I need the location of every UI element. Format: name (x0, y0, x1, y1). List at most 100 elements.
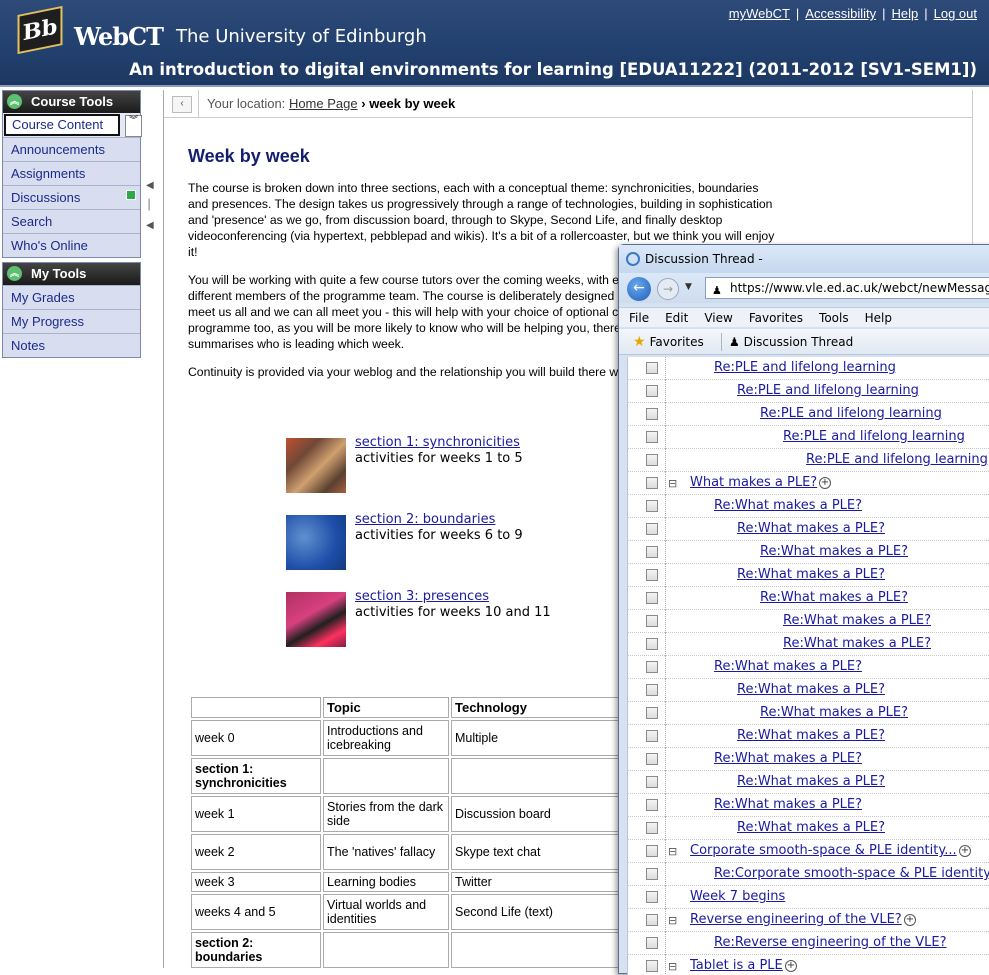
menu-help[interactable]: Help (865, 311, 892, 325)
collapse-toggle-icon[interactable]: ⊟ (668, 960, 677, 973)
mywebct-link[interactable]: myWebCT (729, 6, 790, 21)
thread-link[interactable]: Corporate smooth-space & PLE identity... (690, 843, 957, 858)
back-arrow-icon[interactable]: ‹ (172, 96, 192, 113)
section-1-link[interactable]: section 1: synchronicities (355, 435, 520, 450)
thread-link[interactable]: Re:What makes a PLE? (737, 567, 885, 582)
sidebar-resize-handle[interactable]: ◀ │ ◀ (146, 176, 154, 236)
thread-link[interactable]: Tablet is a PLE (690, 958, 783, 973)
thread-checkbox[interactable] (646, 822, 658, 834)
section-2-link[interactable]: section 2: boundaries (355, 512, 495, 527)
thread-checkbox[interactable] (646, 500, 658, 512)
sidebar-item-assignments[interactable]: Assignments (3, 161, 140, 185)
history-dropdown-icon[interactable]: ▼ (685, 282, 692, 292)
thread-checkbox[interactable] (646, 477, 658, 489)
thread-link[interactable]: Re:What makes a PLE? (714, 751, 862, 766)
thread-checkbox[interactable] (646, 408, 658, 420)
expand-menu-icon[interactable]: ︾ (125, 115, 142, 137)
section-3-thumbnail[interactable] (286, 592, 346, 647)
menu-edit[interactable]: Edit (665, 311, 688, 325)
thread-checkbox[interactable] (646, 753, 658, 765)
thread-checkbox[interactable] (646, 454, 658, 466)
address-bar[interactable]: ♟ https://www.vle.ed.ac.uk/webct/newMess… (705, 277, 989, 299)
thread-checkbox[interactable] (646, 569, 658, 581)
sidebar-item-my-grades[interactable]: My Grades (3, 285, 140, 309)
sidebar-item-announcements[interactable]: Announcements (3, 137, 140, 161)
thread-link[interactable]: Reverse engineering of the VLE? (690, 912, 902, 927)
thread-checkbox[interactable] (646, 960, 658, 972)
thread-link[interactable]: Re:PLE and lifelong learning (806, 452, 988, 467)
collapse-toggle-icon[interactable]: ⊟ (668, 845, 677, 858)
tab-discussion-thread[interactable]: ♟ Discussion Thread (729, 329, 853, 355)
thread-checkbox[interactable] (646, 891, 658, 903)
thread-link[interactable]: Re:What makes a PLE? (783, 613, 931, 628)
collapse-toggle-icon[interactable]: ⊟ (668, 914, 677, 927)
back-arrow-icon[interactable]: ← (627, 277, 651, 301)
thread-checkbox[interactable] (646, 431, 658, 443)
thread-checkbox[interactable] (646, 638, 658, 650)
menu-favorites[interactable]: Favorites (749, 311, 803, 325)
sidebar-item-whos-online[interactable]: Who's Online (3, 233, 140, 257)
thread-link[interactable]: Re:What makes a PLE? (760, 544, 908, 559)
thread-checkbox[interactable] (646, 776, 658, 788)
thread-checkbox[interactable] (646, 937, 658, 949)
thread-link[interactable]: Re:What makes a PLE? (737, 521, 885, 536)
thread-link[interactable]: Re:What makes a PLE? (760, 590, 908, 605)
thread-link[interactable]: Week 7 begins (690, 889, 785, 904)
thread-link[interactable]: Re:What makes a PLE? (737, 774, 885, 789)
thread-checkbox[interactable] (646, 661, 658, 673)
thread-checkbox[interactable] (646, 684, 658, 696)
sidebar-item-search[interactable]: Search (3, 209, 140, 233)
thread-link[interactable]: Re:What makes a PLE? (714, 498, 862, 513)
thread-link[interactable]: What makes a PLE? (690, 475, 817, 490)
thread-checkbox[interactable] (646, 592, 658, 604)
thread-checkbox[interactable] (646, 914, 658, 926)
accessibility-link[interactable]: Accessibility (805, 6, 876, 21)
thread-link[interactable]: Re:PLE and lifelong learning (783, 429, 965, 444)
thread-checkbox[interactable] (646, 868, 658, 880)
thread-checkbox[interactable] (646, 707, 658, 719)
thread-link[interactable]: Re:What makes a PLE? (760, 705, 908, 720)
collapse-toggle-icon[interactable]: ⊟ (668, 477, 677, 490)
thread-checkbox[interactable] (646, 523, 658, 535)
menu-view[interactable]: View (704, 311, 732, 325)
sidebar-item-discussions[interactable]: Discussions (3, 185, 140, 209)
thread-checkbox[interactable] (646, 730, 658, 742)
thread-checkbox[interactable] (646, 546, 658, 558)
window-titlebar[interactable]: Discussion Thread - (619, 245, 989, 273)
collapse-chevron-icon[interactable]: ︽ (7, 266, 22, 281)
thread-link[interactable]: Re:PLE and lifelong learning (737, 383, 919, 398)
thread-checkbox[interactable] (646, 799, 658, 811)
my-tools-header[interactable]: ︽ My Tools (3, 263, 140, 285)
thread-checkbox[interactable] (646, 845, 658, 857)
thread-link[interactable]: Re:Corporate smooth-space & PLE identity (714, 866, 989, 881)
thread-link[interactable]: Re:What makes a PLE? (714, 659, 862, 674)
sidebar-item-notes[interactable]: Notes (3, 333, 140, 357)
section-2-thumbnail[interactable] (286, 515, 346, 570)
breadcrumb-home-link[interactable]: Home Page (289, 96, 358, 111)
menu-file[interactable]: File (629, 311, 649, 325)
thread-link[interactable]: Re:Reverse engineering of the VLE? (714, 935, 947, 950)
expand-plus-icon[interactable]: + (904, 914, 916, 926)
section-3-link[interactable]: section 3: presences (355, 589, 489, 604)
thread-link[interactable]: Re:What makes a PLE? (737, 728, 885, 743)
thread-link[interactable]: Re:PLE and lifelong learning (760, 406, 942, 421)
help-link[interactable]: Help (891, 6, 918, 21)
arrow-left-icon[interactable]: ◀ (146, 216, 154, 236)
menu-tools[interactable]: Tools (819, 311, 849, 325)
expand-plus-icon[interactable]: + (959, 845, 971, 857)
expand-plus-icon[interactable]: + (819, 477, 831, 489)
section-1-thumbnail[interactable] (286, 438, 346, 493)
collapse-chevron-icon[interactable]: ︽ (7, 94, 22, 109)
thread-checkbox[interactable] (646, 615, 658, 627)
expand-plus-icon[interactable]: + (785, 960, 797, 972)
thread-link[interactable]: Re:What makes a PLE? (783, 636, 931, 651)
thread-checkbox[interactable] (646, 385, 658, 397)
sidebar-item-my-progress[interactable]: My Progress (3, 309, 140, 333)
forward-arrow-icon[interactable]: → (657, 278, 679, 300)
thread-link[interactable]: Re:PLE and lifelong learning (714, 360, 896, 375)
sidebar-item-course-content[interactable]: Course Content (4, 114, 120, 136)
favorites-button[interactable]: ★ Favorites (633, 329, 704, 355)
thread-link[interactable]: Re:What makes a PLE? (714, 797, 862, 812)
course-tools-header[interactable]: ︽ Course Tools (3, 91, 140, 113)
arrow-left-icon[interactable]: ◀ (146, 176, 154, 196)
